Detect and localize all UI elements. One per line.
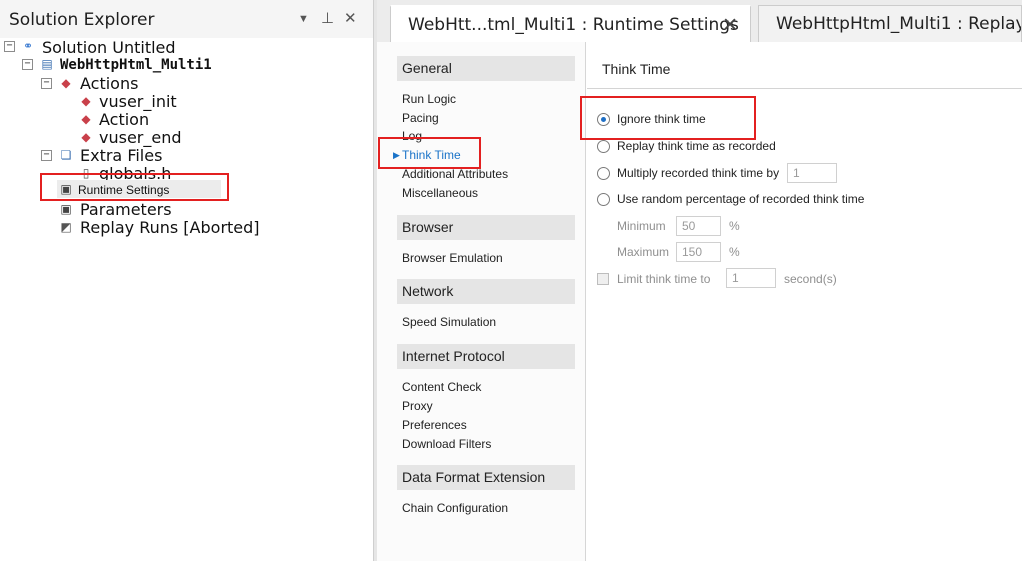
tree-item-extra-files[interactable]: Extra Files <box>80 147 162 165</box>
tree-item-script[interactable]: WebHttpHtml_Multi1 <box>60 56 212 74</box>
minimum-unit: % <box>729 219 740 233</box>
option-ignore-think-time-label: Ignore think time <box>617 112 706 126</box>
collapse-solution-toggle[interactable]: − <box>4 41 15 52</box>
parameters-icon: ▣ <box>60 202 72 216</box>
maximum-input[interactable] <box>676 242 721 262</box>
nav-item-pacing[interactable]: Pacing <box>402 110 439 126</box>
app-window: Solution Explorer ▼ ⊥ ✕ − ⚭ Solution Unt… <box>0 0 1022 561</box>
radio-replay-as-recorded[interactable] <box>597 140 610 153</box>
collapse-script-toggle[interactable]: − <box>22 59 33 70</box>
multiply-factor-input[interactable] <box>787 163 837 183</box>
collapse-actions-toggle[interactable]: − <box>41 78 52 89</box>
radio-multiply-think-time[interactable] <box>597 167 610 180</box>
nav-group-browser: Browser <box>397 215 575 240</box>
tab-runtime-settings-label: WebHtt...tml_Multi1 : Runtime Settings <box>408 15 739 35</box>
replay-runs-icon: ◩ <box>60 220 72 234</box>
tab-replay-summary-label: WebHttpHtml_Multi1 : Replay Summary <box>776 14 1022 34</box>
tab-runtime-settings[interactable]: WebHtt...tml_Multi1 : Runtime Settings ✕ <box>390 5 751 42</box>
solution-explorer: Solution Explorer ▼ ⊥ ✕ − ⚭ Solution Unt… <box>0 0 373 561</box>
tree-item-vuser-end[interactable]: vuser_end <box>99 129 182 147</box>
minimum-input[interactable] <box>676 216 721 236</box>
nav-item-content-check[interactable]: Content Check <box>402 379 481 395</box>
limit-think-time-label: Limit think time to <box>617 272 711 286</box>
selected-arrow-icon: ▶ <box>393 150 400 160</box>
limit-seconds-input[interactable] <box>726 268 776 288</box>
runtime-settings-icon: ▣ <box>60 182 72 196</box>
nav-item-chain-configuration[interactable]: Chain Configuration <box>402 500 508 516</box>
nav-item-speed-simulation[interactable]: Speed Simulation <box>402 314 496 330</box>
nav-item-think-time[interactable]: Think Time <box>402 147 461 163</box>
tree-item-replay-runs[interactable]: Replay Runs [Aborted] <box>80 219 260 237</box>
nav-item-preferences[interactable]: Preferences <box>402 417 467 433</box>
tree-item-action[interactable]: Action <box>99 111 149 129</box>
minimum-label: Minimum <box>617 219 666 233</box>
collapse-extra-files-toggle[interactable]: − <box>41 150 52 161</box>
document-tabs: WebHtt...tml_Multi1 : Runtime Settings ✕… <box>377 0 1022 42</box>
nav-group-general: General <box>397 56 575 81</box>
action-icon: ◆ <box>81 112 91 126</box>
action-icon: ◆ <box>81 94 91 108</box>
maximum-unit: % <box>729 245 740 259</box>
nav-item-additional-attributes[interactable]: Additional Attributes <box>402 166 508 182</box>
close-icon[interactable]: ✕ <box>344 9 357 27</box>
tree-item-runtime-settings[interactable]: Runtime Settings <box>78 181 169 199</box>
nav-item-run-logic[interactable]: Run Logic <box>402 91 456 107</box>
option-replay-as-recorded-label: Replay think time as recorded <box>617 139 776 153</box>
maximum-label: Maximum <box>617 245 670 259</box>
nav-item-miscellaneous[interactable]: Miscellaneous <box>402 185 478 201</box>
settings-nav: General Run Logic Pacing Log ▶ Think Tim… <box>377 42 586 561</box>
tree-item-actions[interactable]: Actions <box>80 75 138 93</box>
option-multiply-think-time-label: Multiply recorded think time by <box>617 166 780 180</box>
limit-unit: second(s) <box>784 272 837 286</box>
limit-think-time-checkbox[interactable] <box>597 273 609 285</box>
nav-group-network: Network <box>397 279 575 304</box>
option-random-percentage-label: Use random percentage of recorded think … <box>617 192 865 206</box>
solution-icon: ⚭ <box>22 39 34 53</box>
radio-random-percentage[interactable] <box>597 193 610 206</box>
nav-group-data-format-extension: Data Format Extension <box>397 465 575 490</box>
dropdown-icon[interactable]: ▼ <box>298 13 309 25</box>
solution-explorer-header: Solution Explorer ▼ ⊥ ✕ <box>0 0 373 38</box>
script-icon: ▤ <box>41 57 53 71</box>
extra-files-icon: ❏ <box>60 148 72 162</box>
tree-item-solution[interactable]: Solution Untitled <box>42 39 176 57</box>
file-icon: ▯ <box>82 166 90 180</box>
tab-replay-summary[interactable]: WebHttpHtml_Multi1 : Replay Summary <box>758 5 1022 42</box>
nav-group-internet-protocol: Internet Protocol <box>397 344 575 369</box>
nav-item-proxy[interactable]: Proxy <box>402 398 433 414</box>
tree-item-vuser-init[interactable]: vuser_init <box>99 93 177 111</box>
pin-icon[interactable]: ⊥ <box>321 9 334 27</box>
nav-item-browser-emulation[interactable]: Browser Emulation <box>402 250 503 266</box>
nav-item-log[interactable]: Log <box>402 128 422 144</box>
radio-ignore-think-time[interactable] <box>597 113 610 126</box>
tab-close-icon[interactable]: ✕ <box>722 7 738 44</box>
actions-icon: ◆ <box>61 76 71 90</box>
tree-item-parameters[interactable]: Parameters <box>80 201 172 219</box>
divider <box>587 88 1022 89</box>
think-time-panel: Think Time Ignore think time Replay thin… <box>580 42 1022 561</box>
panel-title: Think Time <box>602 61 671 77</box>
nav-item-download-filters[interactable]: Download Filters <box>402 436 491 452</box>
action-icon: ◆ <box>81 130 91 144</box>
solution-explorer-title: Solution Explorer <box>9 10 155 30</box>
